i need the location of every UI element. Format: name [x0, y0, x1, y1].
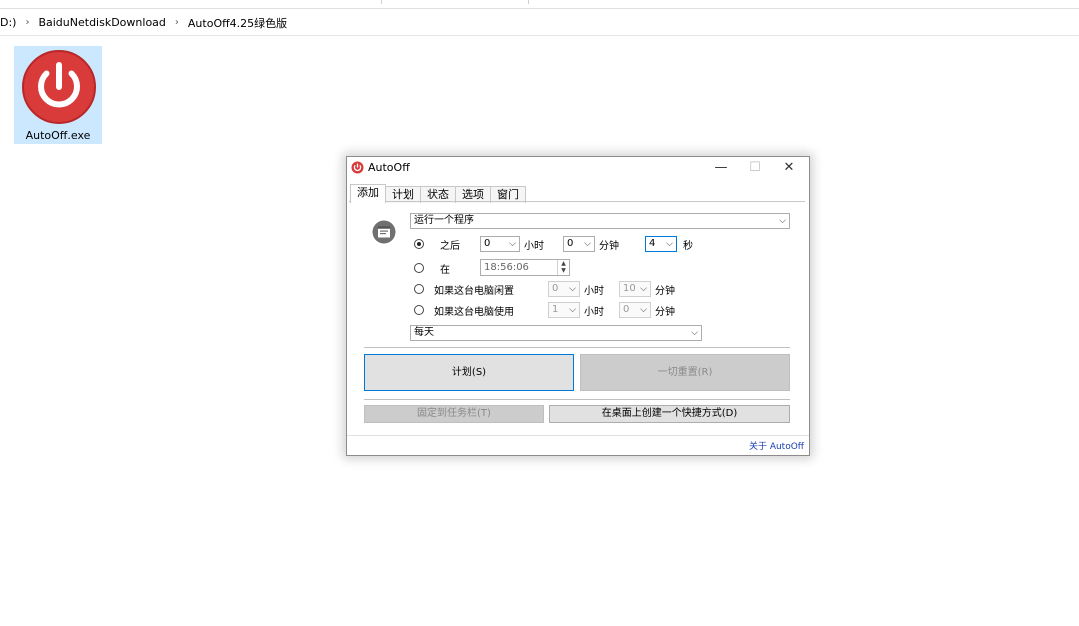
chevron-down-icon: ⌵	[640, 284, 647, 294]
repeat-select[interactable]: 每天 ⌵	[410, 325, 702, 341]
after-minutes-unit: 分钟	[599, 241, 619, 252]
program-icon	[372, 220, 396, 244]
idle-label: 如果这台电脑闲置	[434, 286, 514, 297]
repeat-select-value: 每天	[414, 327, 434, 338]
using-minutes-value: 0	[623, 304, 630, 315]
power-icon	[351, 161, 364, 174]
after-seconds-value: 4	[649, 238, 656, 249]
divider	[381, 0, 382, 4]
chevron-right-icon: ›	[174, 17, 179, 28]
maximize-button[interactable]: ☐	[738, 157, 772, 179]
chevron-down-icon: ⌵	[569, 284, 576, 294]
chevron-down-icon: ⌵	[509, 239, 516, 249]
chevron-down-icon: ⌵	[691, 328, 698, 338]
chevron-down-icon: ⌵	[569, 305, 576, 315]
window-title: AutoOff	[368, 161, 410, 174]
idle-minutes-select[interactable]: 10 ⌵	[619, 281, 651, 297]
after-seconds-unit: 秒	[683, 241, 693, 252]
about-link[interactable]: 关于 AutoOff	[749, 439, 804, 452]
radio-at[interactable]	[414, 263, 424, 273]
close-button[interactable]: ✕	[772, 157, 806, 179]
chevron-down-icon: ⌵	[666, 239, 673, 249]
idle-hours-unit: 小时	[584, 286, 604, 297]
chevron-down-icon: ⌵	[640, 305, 647, 315]
reset-all-button[interactable]: 一切重置(R)	[580, 354, 790, 391]
using-hours-value: 1	[552, 304, 559, 315]
using-minutes-select[interactable]: 0 ⌵	[619, 302, 651, 318]
minimize-button[interactable]: —	[704, 157, 738, 179]
radio-using[interactable]	[414, 305, 424, 315]
address-bar[interactable]: D:) › BaiduNetdiskDownload › AutoOff4.25…	[0, 10, 1079, 36]
chevron-right-icon: ›	[25, 17, 30, 28]
after-minutes-value: 0	[567, 238, 574, 249]
divider	[347, 435, 809, 436]
using-hours-select[interactable]: 1 ⌵	[548, 302, 580, 318]
after-hours-unit: 小时	[524, 241, 544, 252]
explorer-top-strip	[0, 0, 1079, 9]
breadcrumb-current[interactable]: AutoOff4.25绿色版	[184, 15, 291, 31]
chevron-down-icon: ⌵	[584, 239, 591, 249]
after-seconds-select[interactable]: 4 ⌵	[645, 236, 677, 252]
action-select[interactable]: 运行一个程序 ⌵	[410, 213, 790, 229]
using-minutes-unit: 分钟	[655, 307, 675, 318]
breadcrumb-folder[interactable]: BaiduNetdiskDownload	[34, 16, 169, 29]
at-time-value: 18:56:06	[484, 262, 529, 273]
file-name: AutoOff.exe	[25, 129, 91, 142]
file-autooff-exe[interactable]: AutoOff.exe	[14, 46, 102, 144]
divider	[364, 399, 790, 400]
using-hours-unit: 小时	[584, 307, 604, 318]
idle-hours-value: 0	[552, 283, 559, 294]
plan-button[interactable]: 计划(S)	[364, 354, 574, 391]
desktop-shortcut-button[interactable]: 在桌面上创建一个快捷方式(D)	[549, 405, 790, 423]
after-hours-select[interactable]: 0 ⌵	[480, 236, 520, 252]
pin-taskbar-button[interactable]: 固定到任务栏(T)	[364, 405, 544, 423]
breadcrumb-drive[interactable]: D:)	[0, 16, 20, 29]
at-time-picker[interactable]: 18:56:06 ▲ ▼	[480, 259, 570, 276]
at-label: 在	[440, 265, 450, 276]
tab-bar: 添加 计划 状态 选项 窗门	[350, 184, 526, 203]
using-label: 如果这台电脑使用	[434, 307, 514, 318]
after-minutes-select[interactable]: 0 ⌵	[563, 236, 595, 252]
autooff-window[interactable]: AutoOff — ☐ ✕ 添加 计划 状态 选项 窗门 运行一个程序 ⌵ 之后 …	[346, 156, 810, 456]
chevron-down-icon: ⌵	[779, 216, 786, 226]
divider	[364, 347, 790, 348]
after-label: 之后	[440, 241, 460, 252]
idle-minutes-unit: 分钟	[655, 286, 675, 297]
after-hours-value: 0	[484, 238, 491, 249]
radio-after[interactable]	[414, 239, 424, 249]
title-bar[interactable]: AutoOff — ☐ ✕	[347, 157, 809, 179]
radio-idle[interactable]	[414, 284, 424, 294]
action-select-value: 运行一个程序	[414, 215, 474, 226]
power-icon	[21, 49, 97, 125]
tab-add[interactable]: 添加	[350, 184, 386, 203]
spin-arrows-icon[interactable]: ▲ ▼	[557, 260, 569, 275]
idle-minutes-value: 10	[623, 283, 636, 294]
idle-hours-select[interactable]: 0 ⌵	[548, 281, 580, 297]
divider	[528, 0, 529, 4]
